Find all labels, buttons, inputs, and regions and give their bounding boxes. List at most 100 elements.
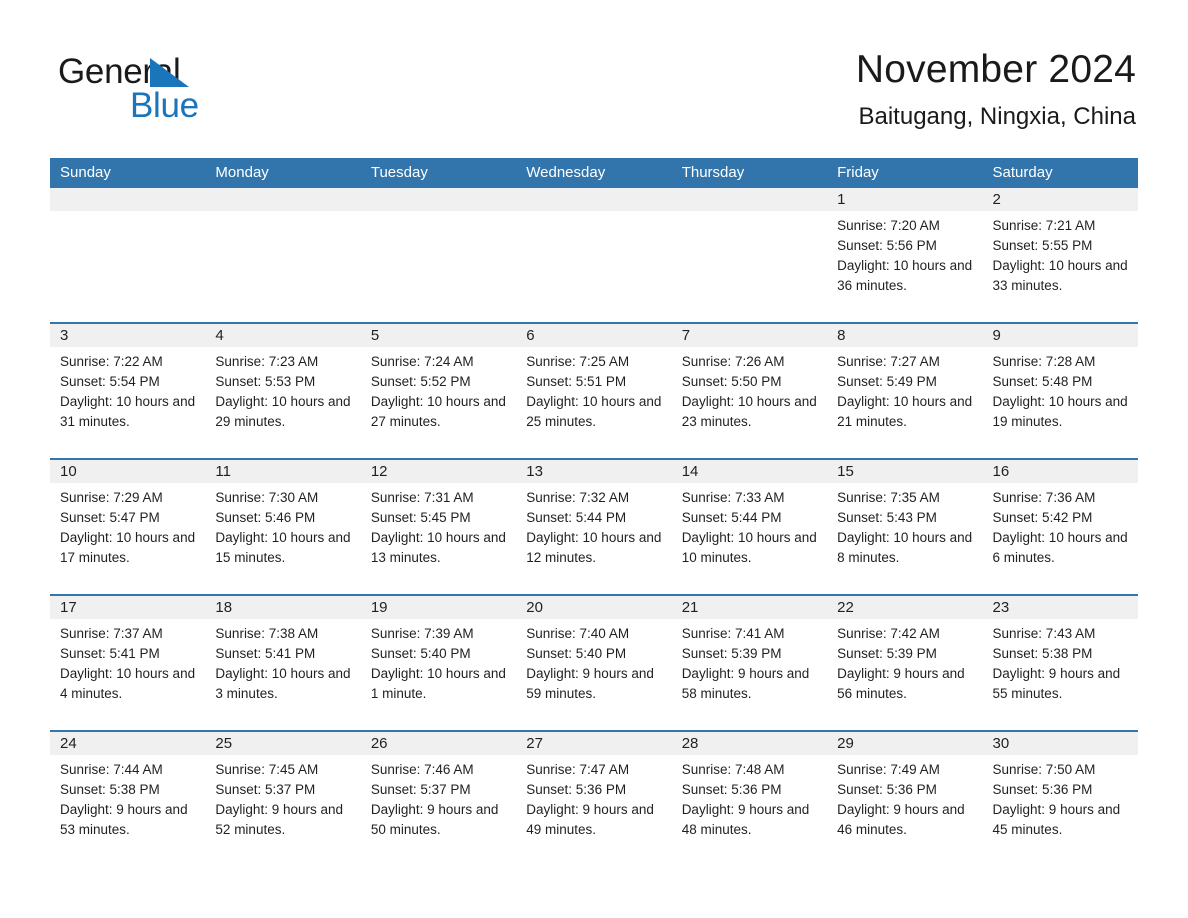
sunrise-text: Sunrise: 7:48 AM [681,762,785,777]
day-details: Sunrise: 7:47 AM Sunset: 5:36 PM Daylight:… [516,755,671,840]
daylight-text: Daylight: 10 hours and 19 minutes. [992,394,1128,429]
day-details: Sunrise: 7:39 AM Sunset: 5:40 PM Daylight:… [361,619,516,704]
day-number: 26 [370,735,388,752]
daylight-text: Daylight: 9 hours and 50 minutes. [370,802,499,837]
day-cell[interactable]: 18 Sunrise: 7:38 AM Sunset: 5:41 PM Dayligh… [205,596,361,730]
calendar-grid: Sunday Monday Tuesday Wednesday Thursday… [50,158,1138,848]
day-number-band: 19 [360,596,517,619]
day-cell[interactable]: 27 Sunrise: 7:47 AM Sunset: 5:36 PM Dayligh… [516,732,672,848]
day-details: Sunrise: 7:49 AM Sunset: 5:36 PM Daylight:… [827,755,982,840]
sunrise-text: Sunrise: 7:49 AM [837,762,940,777]
day-details: Sunrise: 7:21 AM Sunset: 5:55 PM Daylight:… [983,211,1138,296]
day-cell[interactable]: 20 Sunrise: 7:40 AM Sunset: 5:40 PM Dayligh… [516,596,672,730]
day-number: 30 [992,735,1010,752]
daylight-text: Daylight: 9 hours and 45 minutes. [992,802,1121,837]
day-cell[interactable]: 25 Sunrise: 7:45 AM Sunset: 5:37 PM Dayligh… [205,732,361,848]
day-cell[interactable]: 4 Sunrise: 7:23 AM Sunset: 5:53 PM Daylight… [205,324,361,458]
day-cell[interactable]: 3 Sunrise: 7:22 AM Sunset: 5:54 PM Daylight… [50,324,206,458]
day-cell[interactable]: 5 Sunrise: 7:24 AM Sunset: 5:52 PM Daylight… [360,324,517,458]
day-cell[interactable]: 17 Sunrise: 7:37 AM Sunset: 5:41 PM Dayligh… [50,596,206,730]
daylight-text: Daylight: 10 hours and 15 minutes. [215,530,351,565]
weekday-header-wednesday: Wednesday [526,164,606,181]
day-number-band: 16 [982,460,1138,483]
day-cell[interactable]: 9 Sunrise: 7:28 AM Sunset: 5:48 PM Daylight… [982,324,1138,458]
day-number-band: 22 [827,596,983,619]
day-number-band: 11 [205,460,361,483]
day-number: 24 [60,735,77,752]
sunrise-text: Sunrise: 7:47 AM [526,762,630,777]
day-cell[interactable]: 28 Sunrise: 7:48 AM Sunset: 5:36 PM Dayligh… [671,732,828,848]
week-cells: 17 Sunrise: 7:37 AM Sunset: 5:41 PM Dayligh… [50,596,1138,730]
sunset-text: Sunset: 5:36 PM [681,782,782,797]
generalblue-logo[interactable]: General Blue [58,52,358,132]
weekday-header-monday: Monday [215,164,269,181]
daylight-text: Daylight: 10 hours and 8 minutes. [837,530,973,565]
day-cell[interactable]: 24 Sunrise: 7:44 AM Sunset: 5:38 PM Dayligh… [50,732,206,848]
day-cell[interactable]: 10 Sunrise: 7:29 AM Sunset: 5:47 PM Dayligh… [50,460,206,594]
day-number-band: 3 [50,324,206,347]
day-details: Sunrise: 7:50 AM Sunset: 5:36 PM Daylight:… [983,755,1138,840]
day-cell[interactable]: 2 Sunrise: 7:21 AM Sunset: 5:55 PM Daylight… [982,188,1138,322]
day-cell[interactable]: 7 Sunrise: 7:26 AM Sunset: 5:50 PM Daylight… [671,324,828,458]
sunrise-text: Sunrise: 7:44 AM [60,762,163,777]
day-cell[interactable]: 29 Sunrise: 7:49 AM Sunset: 5:36 PM Dayligh… [827,732,983,848]
day-cell[interactable]: 12 Sunrise: 7:31 AM Sunset: 5:45 PM Dayligh… [360,460,517,594]
sunset-text: Sunset: 5:44 PM [681,510,782,525]
day-number-band [50,188,206,211]
week-cells: 24 Sunrise: 7:44 AM Sunset: 5:38 PM Dayligh… [50,732,1138,848]
day-cell[interactable]: 14 Sunrise: 7:33 AM Sunset: 5:44 PM Dayligh… [671,460,828,594]
day-cell[interactable]: 8 Sunrise: 7:27 AM Sunset: 5:49 PM Daylight… [827,324,983,458]
day-cell[interactable]: 26 Sunrise: 7:46 AM Sunset: 5:37 PM Dayligh… [360,732,517,848]
day-number-band: 21 [671,596,828,619]
day-cell[interactable]: 11 Sunrise: 7:30 AM Sunset: 5:46 PM Dayligh… [205,460,361,594]
day-number-band: 13 [516,460,672,483]
week-cells: 3 Sunrise: 7:22 AM Sunset: 5:54 PM Daylight… [50,324,1138,458]
day-number-band: 30 [982,732,1138,755]
daylight-text: Daylight: 10 hours and 4 minutes. [60,666,196,701]
day-details: Sunrise: 7:40 AM Sunset: 5:40 PM Daylight:… [516,619,671,704]
daylight-text: Daylight: 9 hours and 59 minutes. [526,666,654,701]
day-number-band: 10 [50,460,206,483]
sunset-text: Sunset: 5:41 PM [60,646,160,661]
day-number: 2 [992,191,1001,208]
day-details: Sunrise: 7:42 AM Sunset: 5:39 PM Daylight:… [827,619,982,704]
day-cell[interactable]: 19 Sunrise: 7:39 AM Sunset: 5:40 PM Dayligh… [360,596,517,730]
day-cell[interactable]: 30 Sunrise: 7:50 AM Sunset: 5:36 PM Dayligh… [982,732,1138,848]
day-number: 6 [526,327,535,344]
day-cell[interactable]: 6 Sunrise: 7:25 AM Sunset: 5:51 PM Daylight… [516,324,672,458]
calendar-page: General Blue November 2024 Baitugang, Ni… [0,0,1188,918]
day-number: 8 [837,327,846,344]
calendar-week-row: 24 Sunrise: 7:44 AM Sunset: 5:38 PM Dayligh… [50,730,1138,848]
sunrise-text: Sunrise: 7:43 AM [992,626,1096,641]
sunset-text: Sunset: 5:39 PM [681,646,782,661]
day-cell[interactable]: 21 Sunrise: 7:41 AM Sunset: 5:39 PM Dayligh… [671,596,828,730]
day-cell[interactable]: 16 Sunrise: 7:36 AM Sunset: 5:42 PM Dayligh… [982,460,1138,594]
day-number: 20 [526,599,543,616]
day-number: 29 [837,735,854,752]
day-number: 9 [992,327,1001,344]
sunrise-text: Sunrise: 7:50 AM [992,762,1096,777]
day-cell[interactable]: 1 Sunrise: 7:20 AM Sunset: 5:56 PM Daylight… [827,188,983,322]
day-number: 3 [60,327,69,344]
day-cell[interactable]: 23 Sunrise: 7:43 AM Sunset: 5:38 PM Dayligh… [982,596,1138,730]
day-details: Sunrise: 7:22 AM Sunset: 5:54 PM Daylight:… [50,347,205,432]
calendar-week-row: 17 Sunrise: 7:37 AM Sunset: 5:41 PM Dayligh… [50,594,1138,730]
sunrise-text: Sunrise: 7:30 AM [215,490,319,505]
day-cell[interactable]: 13 Sunrise: 7:32 AM Sunset: 5:44 PM Dayligh… [516,460,672,594]
day-details: Sunrise: 7:48 AM Sunset: 5:36 PM Daylight:… [672,755,827,840]
sunrise-text: Sunrise: 7:25 AM [526,354,630,369]
sunset-text: Sunset: 5:37 PM [370,782,471,797]
day-cell[interactable]: 22 Sunrise: 7:42 AM Sunset: 5:39 PM Dayligh… [827,596,983,730]
day-number-band: 23 [982,596,1138,619]
sunrise-text: Sunrise: 7:40 AM [526,626,630,641]
day-cell-empty [516,188,672,322]
sunset-text: Sunset: 5:41 PM [215,646,316,661]
sunset-text: Sunset: 5:55 PM [992,238,1093,253]
daylight-text: Daylight: 10 hours and 21 minutes. [837,394,973,429]
day-number-band: 24 [50,732,206,755]
day-details: Sunrise: 7:27 AM Sunset: 5:49 PM Daylight:… [827,347,982,432]
day-details: Sunrise: 7:46 AM Sunset: 5:37 PM Daylight:… [361,755,516,840]
day-cell[interactable]: 15 Sunrise: 7:35 AM Sunset: 5:43 PM Dayligh… [827,460,983,594]
logo-text-blue: Blue [130,86,199,125]
daylight-text: Daylight: 9 hours and 55 minutes. [992,666,1121,701]
